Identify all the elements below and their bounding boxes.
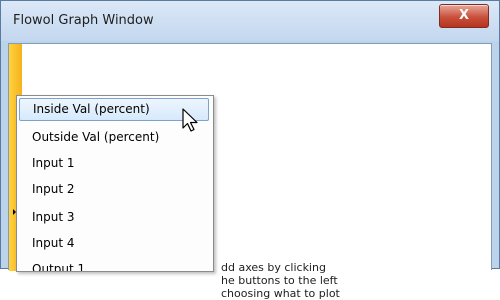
menu-item-input-4[interactable]: Input 4 (19, 232, 209, 255)
menu-item-input-2[interactable]: Input 2 (19, 178, 209, 201)
help-line: dd axes by clicking (221, 261, 326, 274)
menu-item-input-1[interactable]: Input 1 (19, 152, 209, 175)
window-title: Flowol Graph Window (13, 13, 154, 28)
menu-item-input-3[interactable]: Input 3 (19, 206, 209, 229)
help-line: he buttons to the left (221, 274, 338, 287)
help-line: choosing what to plot (221, 287, 340, 300)
help-text: dd axes by clicking he buttons to the le… (221, 261, 340, 300)
graph-window: Flowol Graph Window X dd axes by clickin… (0, 0, 500, 300)
title-bar[interactable]: Flowol Graph Window X (1, 1, 499, 41)
close-button[interactable]: X (439, 4, 489, 28)
menu-item-output-1[interactable]: Output 1 (19, 258, 209, 271)
close-icon: X (458, 8, 470, 23)
mouse-pointer-icon (182, 108, 198, 132)
